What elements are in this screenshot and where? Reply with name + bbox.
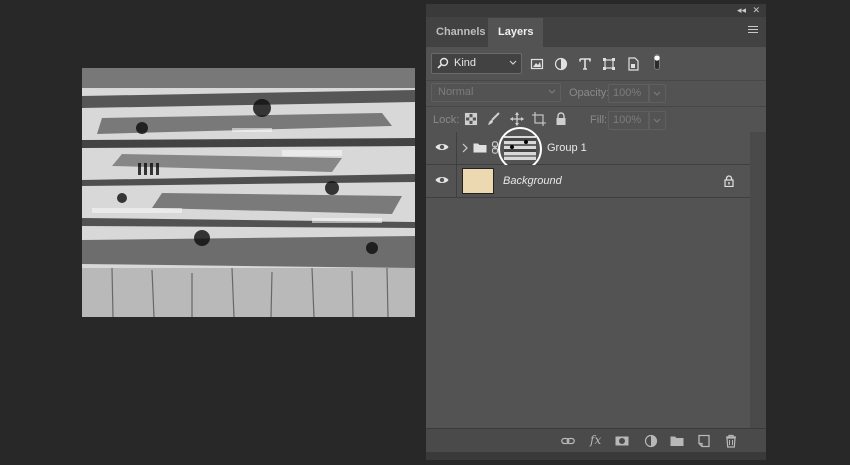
filter-shape-icon[interactable] bbox=[602, 57, 616, 71]
filter-smart-object-icon[interactable] bbox=[626, 57, 640, 71]
layers-panel: ◂◂ ✕ Channels Layers Kind Normal Opacity… bbox=[426, 4, 766, 460]
trash-icon[interactable] bbox=[724, 434, 738, 448]
fill-label: Fill: bbox=[590, 114, 608, 126]
lock-transparent-pixels-icon[interactable] bbox=[464, 112, 478, 126]
blend-mode-label: Normal bbox=[438, 86, 474, 98]
lock-icon[interactable] bbox=[724, 175, 734, 187]
lock-position-icon[interactable] bbox=[510, 112, 524, 126]
opacity-field[interactable]: 100% bbox=[608, 84, 666, 103]
new-group-folder-icon[interactable] bbox=[670, 434, 684, 448]
panel-tab-bar: Channels Layers bbox=[426, 17, 766, 47]
visibility-divider bbox=[456, 165, 457, 197]
lock-image-pixels-icon[interactable] bbox=[487, 112, 501, 126]
folder-icon bbox=[473, 143, 487, 153]
link-layers-icon[interactable] bbox=[561, 434, 575, 448]
fill-value: 100% bbox=[613, 114, 642, 126]
chevron-down-icon bbox=[653, 91, 661, 96]
layer-row-background[interactable]: Background bbox=[426, 165, 750, 198]
close-panel-icon[interactable]: ✕ bbox=[752, 5, 760, 16]
fill-field[interactable]: 100% bbox=[608, 111, 666, 130]
collapse-panel-icon[interactable]: ◂◂ bbox=[737, 5, 746, 16]
add-mask-icon[interactable] bbox=[615, 434, 629, 448]
lock-all-icon[interactable] bbox=[554, 112, 568, 126]
panel-title-bar: ◂◂ ✕ bbox=[426, 4, 766, 17]
opacity-label: Opacity: bbox=[569, 87, 610, 99]
lock-options-row: Lock: Fill: 100% bbox=[426, 106, 766, 133]
panel-menu-icon[interactable] bbox=[748, 26, 758, 35]
new-layer-icon[interactable] bbox=[697, 434, 711, 448]
layer-filter-row: Kind bbox=[426, 47, 766, 81]
fill-dropdown-button[interactable] bbox=[648, 111, 666, 130]
background-layer-thumbnail[interactable] bbox=[462, 168, 494, 194]
layer-name-group-1[interactable]: Group 1 bbox=[547, 142, 587, 154]
grunge-texture-image bbox=[82, 68, 415, 317]
opacity-value: 100% bbox=[613, 87, 642, 99]
blend-mode-select[interactable]: Normal bbox=[431, 83, 561, 102]
filter-kind-select[interactable]: Kind bbox=[431, 53, 522, 74]
eye-icon[interactable] bbox=[435, 175, 449, 185]
chevron-down-icon bbox=[509, 60, 517, 65]
fx-icon[interactable]: fx bbox=[590, 433, 601, 447]
layers-panel-footer: fx bbox=[426, 428, 766, 453]
visibility-divider bbox=[456, 132, 457, 164]
tab-layers[interactable]: Layers bbox=[488, 18, 544, 47]
opacity-dropdown-button[interactable] bbox=[648, 84, 666, 103]
filter-pixel-icon[interactable] bbox=[530, 57, 544, 71]
filter-toggle-icon[interactable] bbox=[654, 54, 660, 70]
filter-kind-label: Kind bbox=[454, 57, 477, 69]
layer-list: Group 1 Background bbox=[426, 127, 750, 428]
chevron-right-icon[interactable] bbox=[462, 143, 468, 153]
canvas-artwork bbox=[82, 68, 415, 317]
tab-channels[interactable]: Channels bbox=[426, 18, 496, 47]
panel-resize-bar[interactable] bbox=[426, 452, 766, 460]
lock-label: Lock: bbox=[433, 114, 460, 126]
filter-type-icon[interactable] bbox=[578, 57, 592, 71]
chevron-down-icon bbox=[548, 89, 556, 94]
adjustment-layer-icon[interactable] bbox=[644, 434, 658, 448]
filter-adjustment-icon[interactable] bbox=[554, 57, 568, 71]
blend-options-row: Normal Opacity: 100% bbox=[426, 80, 766, 107]
layer-row-group-1[interactable]: Group 1 bbox=[426, 127, 750, 171]
layer-name-background[interactable]: Background bbox=[503, 175, 562, 187]
eye-icon[interactable] bbox=[435, 142, 449, 152]
chevron-down-icon bbox=[653, 118, 661, 123]
search-icon bbox=[437, 57, 449, 69]
layer-list-scrollbar[interactable] bbox=[750, 132, 766, 428]
lock-artboard-icon[interactable] bbox=[532, 112, 546, 126]
